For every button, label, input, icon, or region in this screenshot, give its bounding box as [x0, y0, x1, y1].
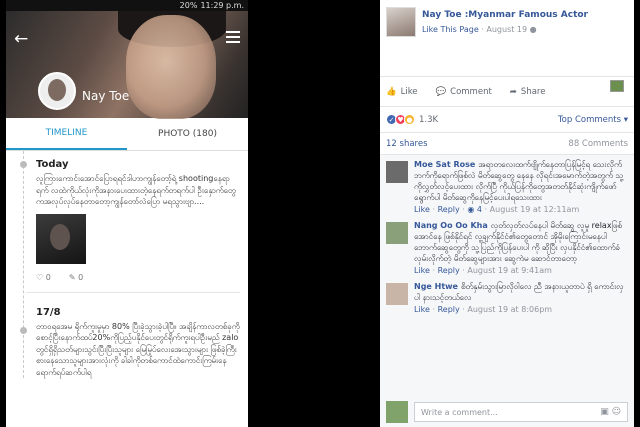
profile-avatar[interactable] — [38, 72, 76, 110]
reply-count[interactable]: ◉ 4 — [467, 205, 482, 214]
share-count[interactable]: 12 shares — [386, 139, 428, 149]
comment-reply-link[interactable]: Reply — [438, 305, 460, 314]
timeline-date: 17/8 — [36, 306, 61, 318]
share-button[interactable]: ➦ Share — [510, 87, 546, 97]
comment-reply-link[interactable]: Reply — [438, 266, 460, 275]
comment-actions: Like · Reply · August 19 at 8:06pm — [414, 305, 553, 314]
comment-icon: 💬 — [435, 86, 447, 97]
share-icon: ➦ — [509, 86, 517, 97]
post-actions: 👍 Like 💬 Comment ➦ Share — [380, 76, 634, 106]
page-name[interactable]: Nay Toe :Myanmar Famous Actor — [422, 10, 588, 20]
back-arrow-icon[interactable]: ← — [14, 29, 28, 49]
divider — [26, 291, 240, 293]
comment-reply-link[interactable]: Reply — [438, 205, 460, 214]
comment-like-link[interactable]: Like — [414, 305, 430, 314]
comment-actions: Like · Reply · ◉ 4 · August 19 at 12:11a… — [414, 205, 580, 214]
facebook-post-panel: Nay Toe :Myanmar Famous Actor Like This … — [380, 0, 634, 427]
reaction-count[interactable]: 1.3K — [419, 115, 438, 125]
like-count[interactable]: ♡ 0 — [36, 273, 51, 282]
clock-text: 11:29 p.m. — [200, 1, 244, 10]
commenter-avatar[interactable] — [386, 222, 408, 244]
timeline-dot — [20, 161, 27, 168]
comment-time[interactable]: August 19 at 8:06pm — [467, 305, 552, 314]
hamburger-menu-icon[interactable] — [226, 31, 240, 46]
battery-text: 20% — [179, 1, 198, 10]
thumbs-up-icon: 👍 — [386, 86, 397, 97]
post-meta: Like This Page · August 19 ● — [422, 25, 537, 34]
top-comments-dropdown[interactable]: Top Comments ▾ — [558, 115, 628, 125]
timeline-feed: Today လူကြားကောင်းအောင်ပြောရရင်ဒါဟာကျွန်… — [6, 151, 248, 378]
cover-face-shape — [126, 15, 216, 119]
comment-item: Moe Sat Rose အရာတလေးထက်ဗျိုက်နေတာပြန်မြင့… — [386, 159, 628, 215]
commenter-avatar[interactable] — [386, 283, 408, 305]
timeline-rail — [23, 151, 24, 378]
comment-time[interactable]: August 19 at 12:11am — [490, 205, 580, 214]
post-text: တာဝရအေမ ရိုက်ကူးမှုမှာ 80% ပြီးခဲ့သွားခဲ… — [36, 321, 240, 377]
commenter-name[interactable]: Moe Sat Rose — [414, 160, 475, 169]
commenter-name[interactable]: Nge Htwe — [414, 282, 458, 291]
status-bar: 20% 11:29 p.m. — [6, 0, 248, 11]
comment-item: Nge Htwe စိတ်နှမ်းသွားမြာလိုဝါလေ ညီ အနားယ… — [386, 281, 628, 315]
cover-photo: ← Nay Toe — [6, 11, 248, 119]
like-page-link[interactable]: Like This Page — [422, 25, 479, 34]
post-reactions: ♡ 0 ✎ 0 — [36, 273, 240, 282]
globe-icon: ● — [529, 25, 537, 34]
wow-reaction-icon: ● — [404, 114, 415, 125]
comment-button[interactable]: 💬 Comment — [436, 87, 492, 97]
comment-list: Moe Sat Rose အရာတလေးထက်ဗျိုက်နေတာပြန်မြင့… — [380, 154, 634, 427]
comment-item: Nang Oo Oo Kha လှတ်လှတ်လပ်နေပါ မိတ်ဆွေ လူ… — [386, 220, 628, 276]
viewer-avatar[interactable] — [610, 80, 624, 92]
screen: 20% 11:29 p.m. ← Nay Toe TIMELINE PHOTO … — [0, 0, 640, 427]
comment-like-link[interactable]: Like — [414, 266, 430, 275]
comment-like-link[interactable]: Like — [414, 205, 430, 214]
comment-input[interactable]: Write a comment... ▣ ☺ — [414, 402, 628, 422]
tab-timeline[interactable]: TIMELINE — [6, 118, 127, 150]
post-header: Nay Toe :Myanmar Famous Actor Like This … — [380, 0, 634, 46]
post-text: လူကြားကောင်းအောင်ပြောရရင်ဒါဟာကျွန်တော့်ရ… — [36, 174, 236, 206]
post-photo[interactable] — [36, 213, 86, 264]
post-date[interactable]: August 19 — [486, 25, 527, 34]
viewer-avatar — [386, 401, 408, 423]
like-button[interactable]: 👍 Like — [386, 87, 418, 97]
page-avatar[interactable] — [386, 7, 416, 37]
camera-icon[interactable]: ▣ ☺ — [600, 407, 621, 417]
commenter-avatar[interactable] — [386, 161, 408, 183]
profile-name: Nay Toe — [82, 89, 130, 103]
comment-count[interactable]: ✎ 0 — [69, 273, 83, 282]
profile-tabs: TIMELINE PHOTO (180) — [6, 118, 248, 151]
share-comment-counts: 12 shares 88 Comments — [380, 132, 634, 154]
comment-total[interactable]: 88 Comments — [568, 139, 628, 149]
reaction-summary: ✓ ♥ ● 1.3K Top Comments ▾ — [380, 106, 634, 132]
mobile-profile-panel: 20% 11:29 p.m. ← Nay Toe TIMELINE PHOTO … — [6, 0, 248, 427]
tab-photo[interactable]: PHOTO (180) — [127, 118, 248, 150]
comment-time[interactable]: August 19 at 9:41am — [467, 266, 552, 275]
timeline-date: Today — [36, 159, 69, 170]
comment-actions: Like · Reply · August 19 at 9:41am — [414, 266, 552, 275]
write-comment-row: Write a comment... ▣ ☺ — [386, 401, 628, 423]
commenter-name[interactable]: Nang Oo Oo Kha — [414, 221, 488, 230]
timeline-dot — [20, 327, 27, 334]
